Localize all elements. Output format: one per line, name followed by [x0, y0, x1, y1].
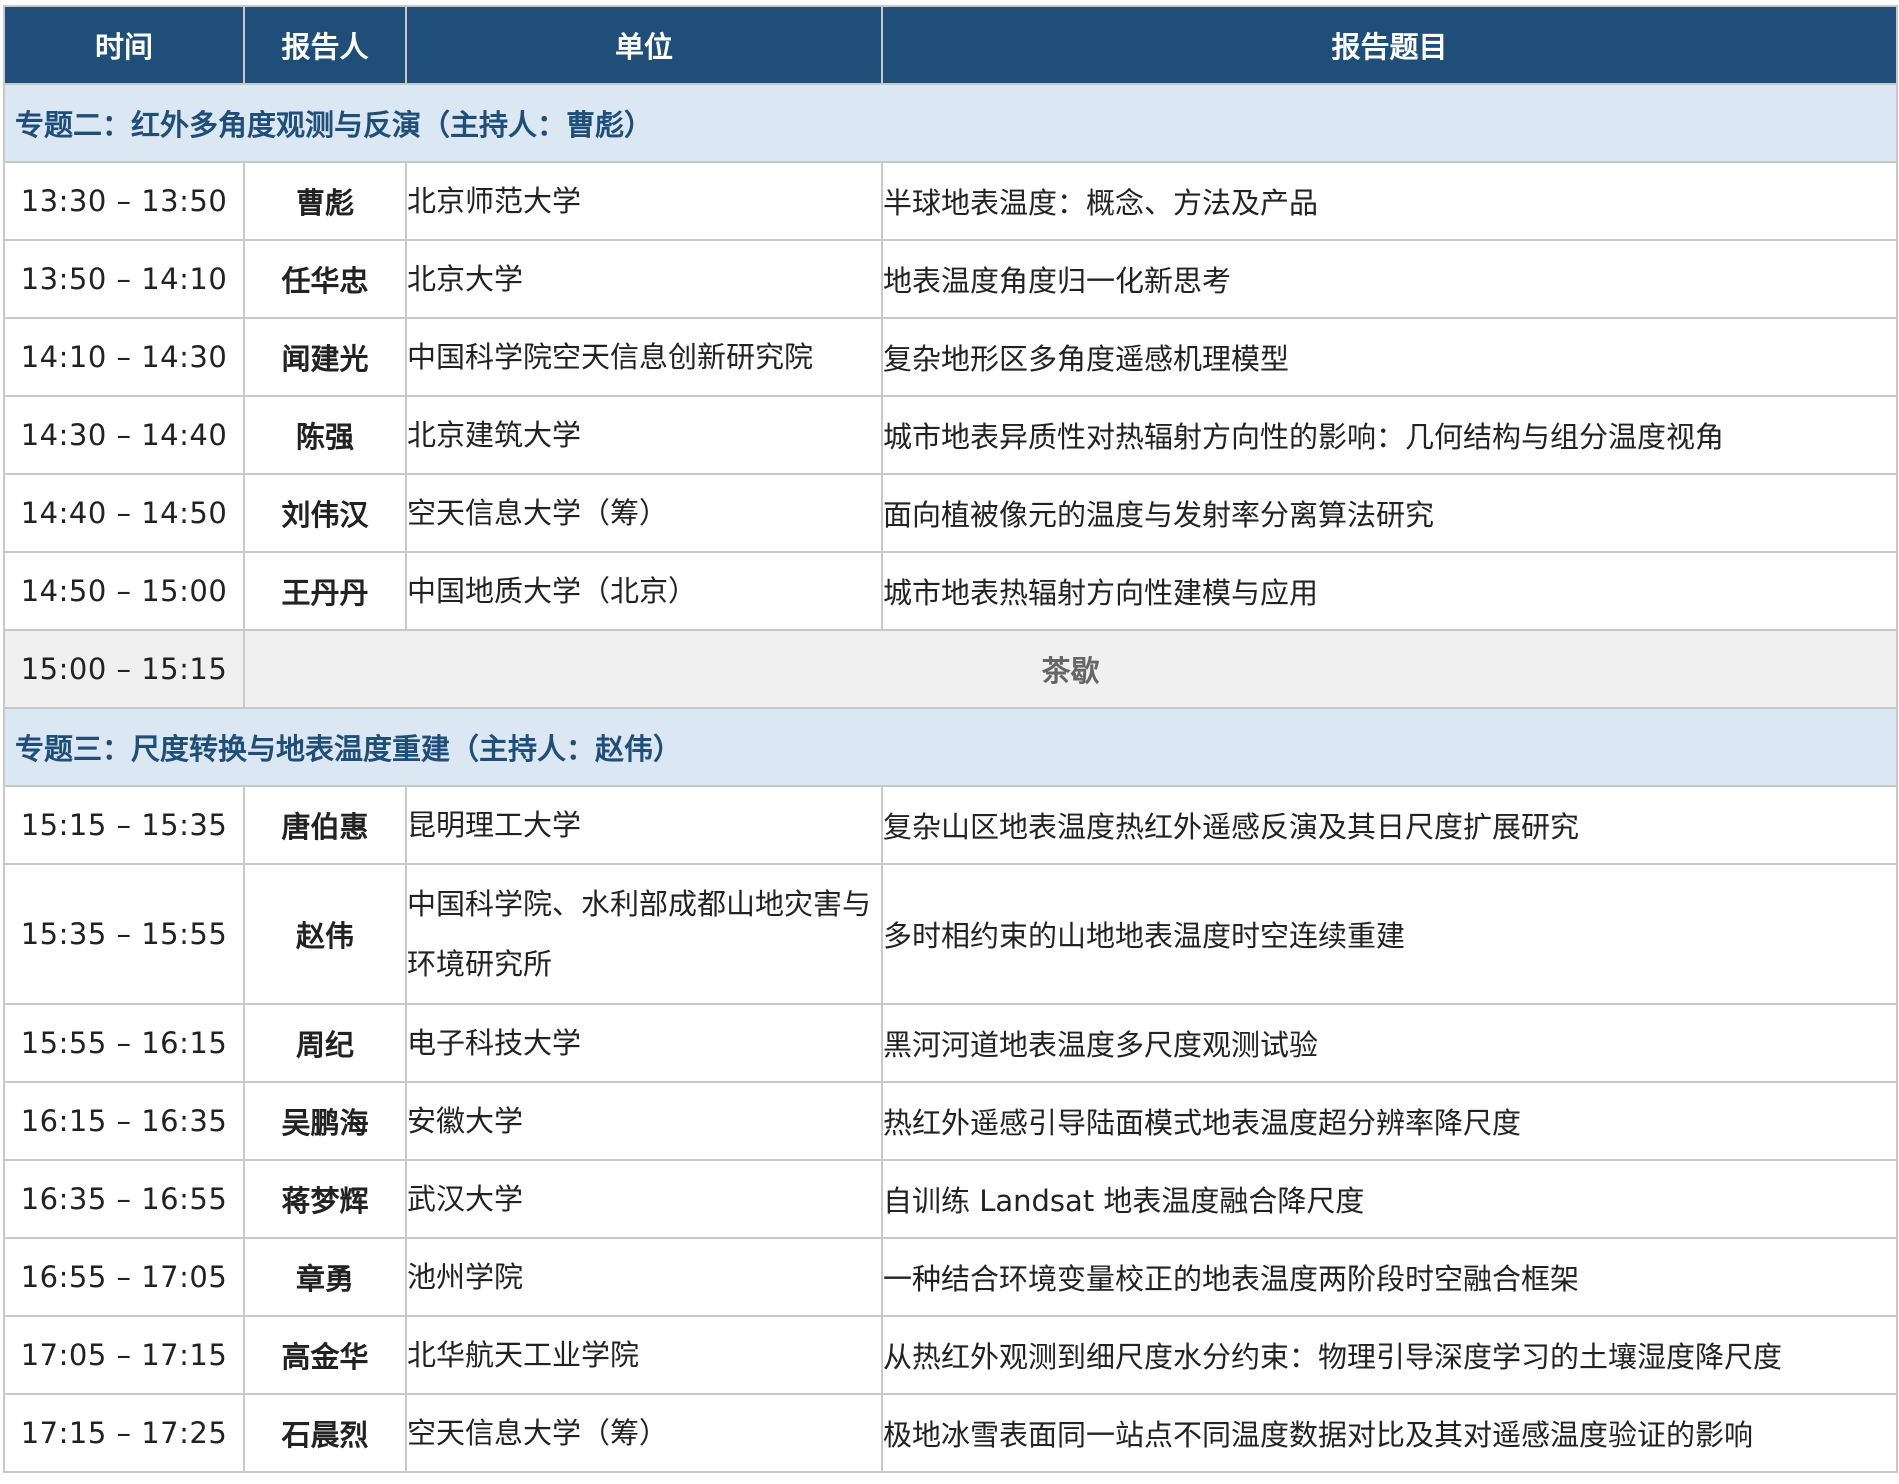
- break-time: 15:00 – 15:15: [3, 629, 245, 709]
- talk-time: 15:35 – 15:55: [3, 863, 245, 1005]
- table-row: 14:30 – 14:40 陈强 北京建筑大学 城市地表异质性对热辐射方向性的影…: [3, 395, 1898, 475]
- talk-unit: 电子科技大学: [405, 1003, 883, 1083]
- session-row: 专题二：红外多角度观测与反演（主持人：曹彪）: [3, 83, 1898, 163]
- table-row: 15:55 – 16:15 周纪 电子科技大学 黑河河道地表温度多尺度观测试验: [3, 1003, 1898, 1083]
- table-row: 16:55 – 17:05 章勇 池州学院 一种结合环境变量校正的地表温度两阶段…: [3, 1237, 1898, 1317]
- talk-time: 13:50 – 14:10: [3, 239, 245, 319]
- talk-topic: 城市地表异质性对热辐射方向性的影响：几何结构与组分温度视角: [881, 395, 1898, 475]
- talk-speaker: 任华忠: [243, 239, 407, 319]
- header-speaker: 报告人: [243, 5, 407, 85]
- talk-unit: 北京建筑大学: [405, 395, 883, 475]
- table-row: 15:15 – 15:35 唐伯惠 昆明理工大学 复杂山区地表温度热红外遥感反演…: [3, 785, 1898, 865]
- talk-unit: 安徽大学: [405, 1081, 883, 1161]
- schedule-table: 时间 报告人 单位 报告题目 专题二：红外多角度观测与反演（主持人：曹彪） 13…: [3, 5, 1898, 1473]
- table-row: 15:35 – 15:55 赵伟 中国科学院、水利部成都山地灾害与环境研究所 多…: [3, 863, 1898, 1005]
- talk-unit: 空天信息大学（筹）: [405, 1393, 883, 1473]
- talk-time: 17:05 – 17:15: [3, 1315, 245, 1395]
- talk-speaker: 刘伟汉: [243, 473, 407, 553]
- talk-speaker: 赵伟: [243, 863, 407, 1005]
- talk-topic: 地表温度角度归一化新思考: [881, 239, 1898, 319]
- talk-unit: 北京大学: [405, 239, 883, 319]
- talk-time: 15:55 – 16:15: [3, 1003, 245, 1083]
- talk-speaker: 章勇: [243, 1237, 407, 1317]
- talk-speaker: 周纪: [243, 1003, 407, 1083]
- talk-time: 17:15 – 17:25: [3, 1393, 245, 1473]
- talk-speaker: 吴鹏海: [243, 1081, 407, 1161]
- talk-topic: 极地冰雪表面同一站点不同温度数据对比及其对遥感温度验证的影响: [881, 1393, 1898, 1473]
- talk-unit: 北京师范大学: [405, 161, 883, 241]
- talk-topic: 黑河河道地表温度多尺度观测试验: [881, 1003, 1898, 1083]
- table-row: 16:35 – 16:55 蒋梦辉 武汉大学 自训练 Landsat 地表温度融…: [3, 1159, 1898, 1239]
- talk-topic: 多时相约束的山地地表温度时空连续重建: [881, 863, 1898, 1005]
- talk-topic: 城市地表热辐射方向性建模与应用: [881, 551, 1898, 631]
- talk-speaker: 陈强: [243, 395, 407, 475]
- talk-time: 16:15 – 16:35: [3, 1081, 245, 1161]
- talk-time: 16:35 – 16:55: [3, 1159, 245, 1239]
- talk-time: 14:50 – 15:00: [3, 551, 245, 631]
- talk-unit: 中国科学院空天信息创新研究院: [405, 317, 883, 397]
- talk-unit: 池州学院: [405, 1237, 883, 1317]
- talk-unit: 空天信息大学（筹）: [405, 473, 883, 553]
- break-label: 茶歇: [243, 629, 1898, 709]
- table-row: 17:15 – 17:25 石晨烈 空天信息大学（筹） 极地冰雪表面同一站点不同…: [3, 1393, 1898, 1473]
- table-row: 16:15 – 16:35 吴鹏海 安徽大学 热红外遥感引导陆面模式地表温度超分…: [3, 1081, 1898, 1161]
- header-topic: 报告题目: [881, 5, 1898, 85]
- session-title: 专题三：尺度转换与地表温度重建（主持人：赵伟）: [3, 707, 1898, 787]
- talk-time: 14:30 – 14:40: [3, 395, 245, 475]
- break-row: 15:00 – 15:15 茶歇: [3, 629, 1898, 709]
- talk-speaker: 高金华: [243, 1315, 407, 1395]
- table-row: 14:40 – 14:50 刘伟汉 空天信息大学（筹） 面向植被像元的温度与发射…: [3, 473, 1898, 553]
- talk-speaker: 蒋梦辉: [243, 1159, 407, 1239]
- talk-unit: 北华航天工业学院: [405, 1315, 883, 1395]
- session-row: 专题三：尺度转换与地表温度重建（主持人：赵伟）: [3, 707, 1898, 787]
- talk-topic: 面向植被像元的温度与发射率分离算法研究: [881, 473, 1898, 553]
- table-row: 13:50 – 14:10 任华忠 北京大学 地表温度角度归一化新思考: [3, 239, 1898, 319]
- header-time: 时间: [3, 5, 245, 85]
- session-title: 专题二：红外多角度观测与反演（主持人：曹彪）: [3, 83, 1898, 163]
- talk-topic: 一种结合环境变量校正的地表温度两阶段时空融合框架: [881, 1237, 1898, 1317]
- talk-unit: 武汉大学: [405, 1159, 883, 1239]
- talk-topic: 从热红外观测到细尺度水分约束：物理引导深度学习的土壤湿度降尺度: [881, 1315, 1898, 1395]
- header-unit: 单位: [405, 5, 883, 85]
- table-row: 17:05 – 17:15 高金华 北华航天工业学院 从热红外观测到细尺度水分约…: [3, 1315, 1898, 1395]
- schedule-sheet: 时间 报告人 单位 报告题目 专题二：红外多角度观测与反演（主持人：曹彪） 13…: [3, 5, 1898, 1473]
- talk-unit: 昆明理工大学: [405, 785, 883, 865]
- talk-time: 15:15 – 15:35: [3, 785, 245, 865]
- talk-speaker: 石晨烈: [243, 1393, 407, 1473]
- header-row: 时间 报告人 单位 报告题目: [3, 5, 1898, 85]
- table-row: 14:50 – 15:00 王丹丹 中国地质大学（北京） 城市地表热辐射方向性建…: [3, 551, 1898, 631]
- talk-speaker: 唐伯惠: [243, 785, 407, 865]
- talk-speaker: 闻建光: [243, 317, 407, 397]
- talk-unit: 中国地质大学（北京）: [405, 551, 883, 631]
- talk-topic: 自训练 Landsat 地表温度融合降尺度: [881, 1159, 1898, 1239]
- talk-topic: 复杂山区地表温度热红外遥感反演及其日尺度扩展研究: [881, 785, 1898, 865]
- talk-time: 16:55 – 17:05: [3, 1237, 245, 1317]
- talk-time: 14:10 – 14:30: [3, 317, 245, 397]
- talk-speaker: 王丹丹: [243, 551, 407, 631]
- talk-unit: 中国科学院、水利部成都山地灾害与环境研究所: [405, 863, 883, 1005]
- talk-topic: 半球地表温度：概念、方法及产品: [881, 161, 1898, 241]
- talk-topic: 复杂地形区多角度遥感机理模型: [881, 317, 1898, 397]
- talk-speaker: 曹彪: [243, 161, 407, 241]
- table-row: 13:30 – 13:50 曹彪 北京师范大学 半球地表温度：概念、方法及产品: [3, 161, 1898, 241]
- talk-topic: 热红外遥感引导陆面模式地表温度超分辨率降尺度: [881, 1081, 1898, 1161]
- talk-time: 14:40 – 14:50: [3, 473, 245, 553]
- table-row: 14:10 – 14:30 闻建光 中国科学院空天信息创新研究院 复杂地形区多角…: [3, 317, 1898, 397]
- talk-time: 13:30 – 13:50: [3, 161, 245, 241]
